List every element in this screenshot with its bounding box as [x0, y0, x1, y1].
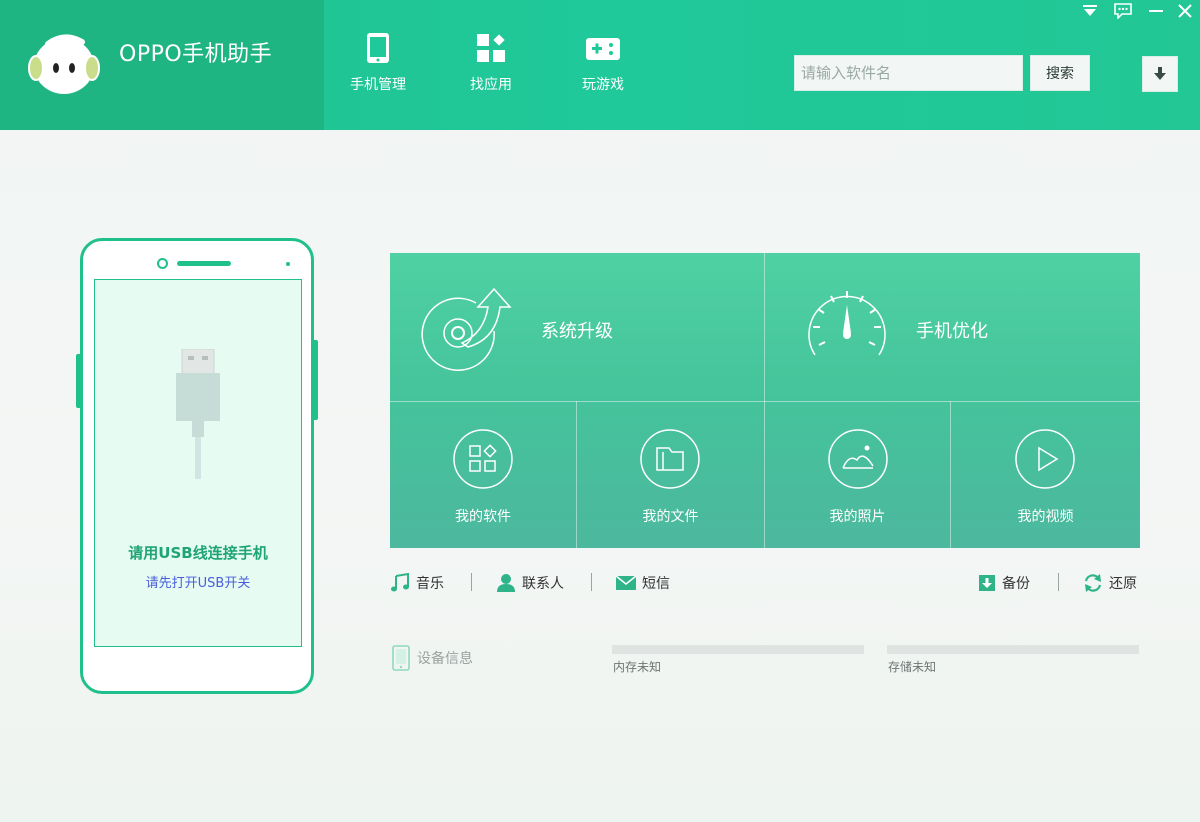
minimize-button[interactable] — [1144, 0, 1168, 22]
backup-icon — [979, 575, 995, 591]
contact-person-icon — [497, 574, 515, 592]
system-upgrade-icon — [421, 287, 512, 371]
tile-phone-optimize[interactable]: 手机优化 — [765, 253, 1140, 401]
music-note-icon — [391, 573, 409, 592]
tile-my-videos-label: 我的视频 — [1017, 509, 1074, 525]
photo-icon — [828, 429, 888, 489]
link-separator — [471, 573, 472, 591]
feedback-button[interactable] — [1111, 0, 1135, 22]
tile-my-files-label: 我的文件 — [642, 509, 699, 525]
tile-my-files[interactable]: 我的文件 — [577, 402, 764, 548]
menu-button[interactable] — [1078, 0, 1102, 22]
device-info: 设备信息 — [391, 645, 473, 671]
link-separator — [591, 573, 592, 591]
close-button[interactable] — [1173, 0, 1197, 22]
memory-status: 内存未知 — [613, 660, 662, 674]
phone-illustration: 请用USB线连接手机 请先打开USB开关 — [80, 238, 314, 694]
logo-area: OPPO手机助手 — [0, 0, 324, 130]
search-input[interactable] — [794, 55, 1023, 91]
link-restore[interactable]: 还原 — [1083, 572, 1137, 594]
tile-my-photos[interactable]: 我的照片 — [765, 402, 950, 548]
storage-usage-bar — [887, 645, 1139, 654]
link-contacts-label: 联系人 — [522, 576, 564, 592]
phone-screen: 请用USB线连接手机 请先打开USB开关 — [94, 279, 302, 647]
close-icon — [1178, 4, 1192, 18]
nav-phone-manage-label: 手机管理 — [350, 77, 406, 93]
download-arrow-icon — [1154, 67, 1166, 80]
device-info-label: 设备信息 — [417, 651, 473, 667]
link-music[interactable]: 音乐 — [390, 572, 444, 594]
usb-cable-icon — [176, 349, 220, 479]
oppo-mascot-logo-icon — [28, 34, 100, 94]
minimize-icon — [1149, 10, 1163, 12]
link-sms[interactable]: 短信 — [616, 572, 670, 594]
usb-connect-hint[interactable]: 请先打开USB开关 — [95, 572, 301, 591]
usb-connect-title: 请用USB线连接手机 — [128, 544, 268, 562]
link-backup-label: 备份 — [1002, 576, 1030, 592]
phone-camera-icon — [157, 258, 168, 269]
memory-usage-bar — [612, 645, 864, 654]
nav-phone-manage[interactable]: 手机管理 — [336, 32, 420, 94]
link-sms-label: 短信 — [642, 576, 670, 592]
restore-refresh-icon — [1084, 574, 1102, 592]
folder-icon — [640, 429, 700, 489]
link-music-label: 音乐 — [416, 576, 444, 592]
nav-play-games-label: 玩游戏 — [582, 77, 624, 93]
storage-status: 存储未知 — [888, 660, 937, 674]
tile-my-photos-label: 我的照片 — [829, 509, 886, 525]
tile-my-apps[interactable]: 我的软件 — [390, 402, 576, 548]
speedometer-icon — [808, 291, 886, 356]
tile-system-upgrade[interactable]: 系统升级 — [390, 253, 764, 401]
link-backup[interactable]: 备份 — [978, 572, 1030, 594]
my-apps-icon — [453, 429, 513, 489]
phone-manage-icon — [367, 33, 389, 63]
link-separator — [1058, 573, 1059, 591]
nav-find-apps-label: 找应用 — [470, 77, 512, 93]
device-phone-icon — [392, 645, 410, 671]
play-icon — [1015, 429, 1075, 489]
phone-speaker — [177, 261, 231, 266]
search-button[interactable]: 搜索 — [1030, 55, 1090, 91]
phone-sensor-dot — [286, 262, 290, 266]
download-manager-button[interactable] — [1142, 56, 1178, 92]
app-title: OPPO手机助手 — [119, 42, 273, 67]
envelope-icon — [616, 575, 636, 590]
nav-play-games[interactable]: 玩游戏 — [561, 32, 645, 94]
tile-my-videos[interactable]: 我的视频 — [951, 402, 1140, 548]
feedback-icon — [1114, 3, 1132, 19]
title-bar: OPPO手机助手 手机管理 找应用 玩游戏 搜索 — [0, 0, 1200, 130]
tile-phone-optimize-label: 手机优化 — [916, 321, 988, 342]
tile-system-upgrade-label: 系统升级 — [541, 321, 613, 342]
gamepad-icon — [586, 38, 620, 60]
link-contacts[interactable]: 联系人 — [496, 572, 564, 594]
menu-icon — [1083, 5, 1097, 16]
apps-icon — [477, 34, 505, 62]
feature-tiles: 系统升级 手机优化 我的软件 我的文件 我的照片 我的视频 — [390, 253, 1140, 548]
nav-find-apps[interactable]: 找应用 — [449, 32, 533, 94]
link-restore-label: 还原 — [1109, 576, 1137, 592]
tile-my-apps-label: 我的软件 — [455, 509, 511, 525]
